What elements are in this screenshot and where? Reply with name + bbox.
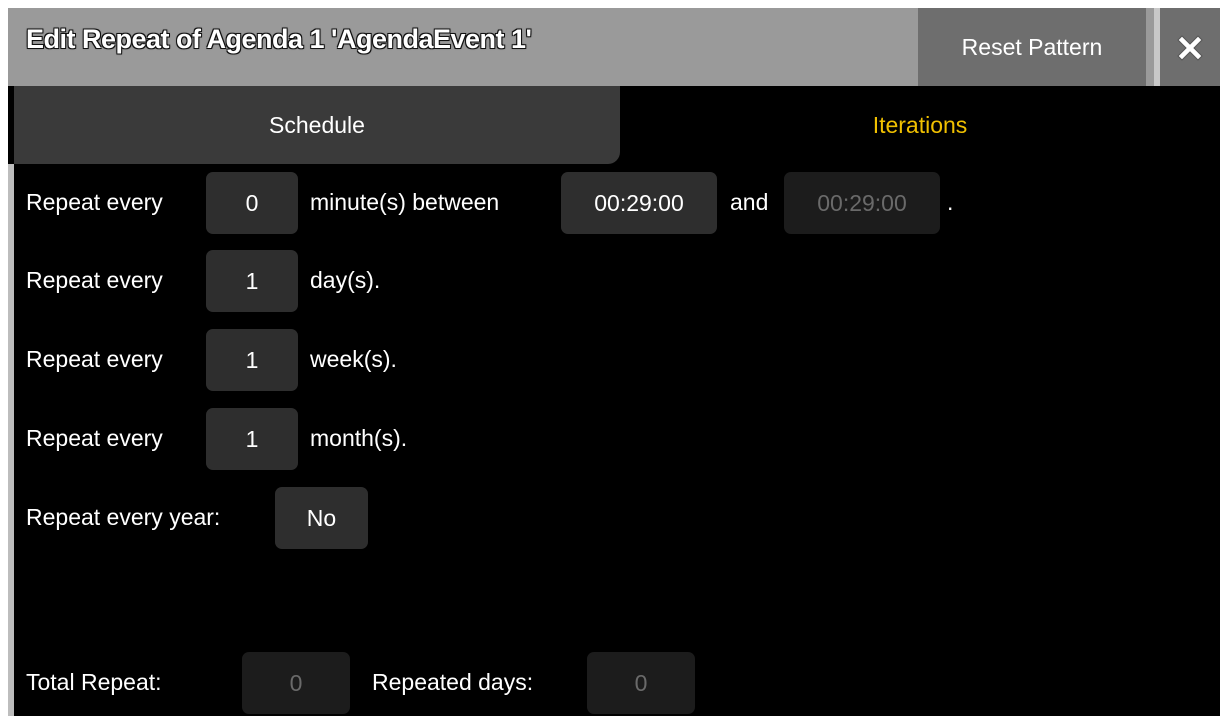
repeat-minutes-input[interactable]: 0 xyxy=(206,172,298,234)
dialog-title: Edit Repeat of Agenda 1 'AgendaEvent 1' xyxy=(26,24,532,54)
repeat-days-input[interactable]: 1 xyxy=(206,250,298,312)
total-repeat-value: 0 xyxy=(242,652,350,714)
title-bar: Edit Repeat of Agenda 1 'AgendaEvent 1' … xyxy=(8,8,1220,86)
start-time-input[interactable]: 00:29:00 xyxy=(561,172,717,234)
reset-pattern-button[interactable]: Reset Pattern xyxy=(918,8,1146,86)
repeat-days-row: Repeat every 1 day(s). xyxy=(26,250,626,312)
repeat-year-label: Repeat every year: xyxy=(26,504,221,530)
repeat-weeks-label: Repeat every xyxy=(26,346,163,372)
repeat-weeks-input[interactable]: 1 xyxy=(206,329,298,391)
weeks-suffix-label: week(s). xyxy=(310,346,397,372)
repeat-minutes-label: Repeat every xyxy=(26,189,163,215)
repeat-months-input[interactable]: 1 xyxy=(206,408,298,470)
repeat-year-row: Repeat every year: No xyxy=(26,487,626,549)
tab-schedule[interactable]: Schedule xyxy=(14,86,620,164)
edit-repeat-dialog: Edit Repeat of Agenda 1 'AgendaEvent 1' … xyxy=(8,8,1220,716)
tab-iterations[interactable]: Iterations xyxy=(620,86,1220,164)
left-border xyxy=(8,86,14,716)
repeat-days-label: Repeat every xyxy=(26,267,163,293)
totals-row: Total Repeat: 0 Repeated days: 0 xyxy=(26,652,826,714)
and-label: and xyxy=(730,189,769,215)
repeat-year-toggle[interactable]: No xyxy=(275,487,368,549)
repeat-weeks-row: Repeat every 1 week(s). xyxy=(26,329,626,391)
repeated-days-label: Repeated days: xyxy=(372,669,534,695)
repeated-days-value: 0 xyxy=(587,652,695,714)
tab-bar: Schedule Iterations xyxy=(8,86,1220,164)
close-button[interactable] xyxy=(1154,8,1220,94)
repeat-months-label: Repeat every xyxy=(26,425,163,451)
end-period-label: . xyxy=(947,189,954,215)
repeat-minutes-row: Repeat every 0 minute(s) between 00:29:0… xyxy=(26,172,1216,234)
end-time-input[interactable]: 00:29:00 xyxy=(784,172,940,234)
repeat-months-row: Repeat every 1 month(s). xyxy=(26,408,626,470)
close-icon xyxy=(1177,35,1203,61)
minutes-between-label: minute(s) between xyxy=(310,189,500,215)
days-suffix-label: day(s). xyxy=(310,267,381,293)
months-suffix-label: month(s). xyxy=(310,425,408,451)
total-repeat-label: Total Repeat: xyxy=(26,669,162,695)
